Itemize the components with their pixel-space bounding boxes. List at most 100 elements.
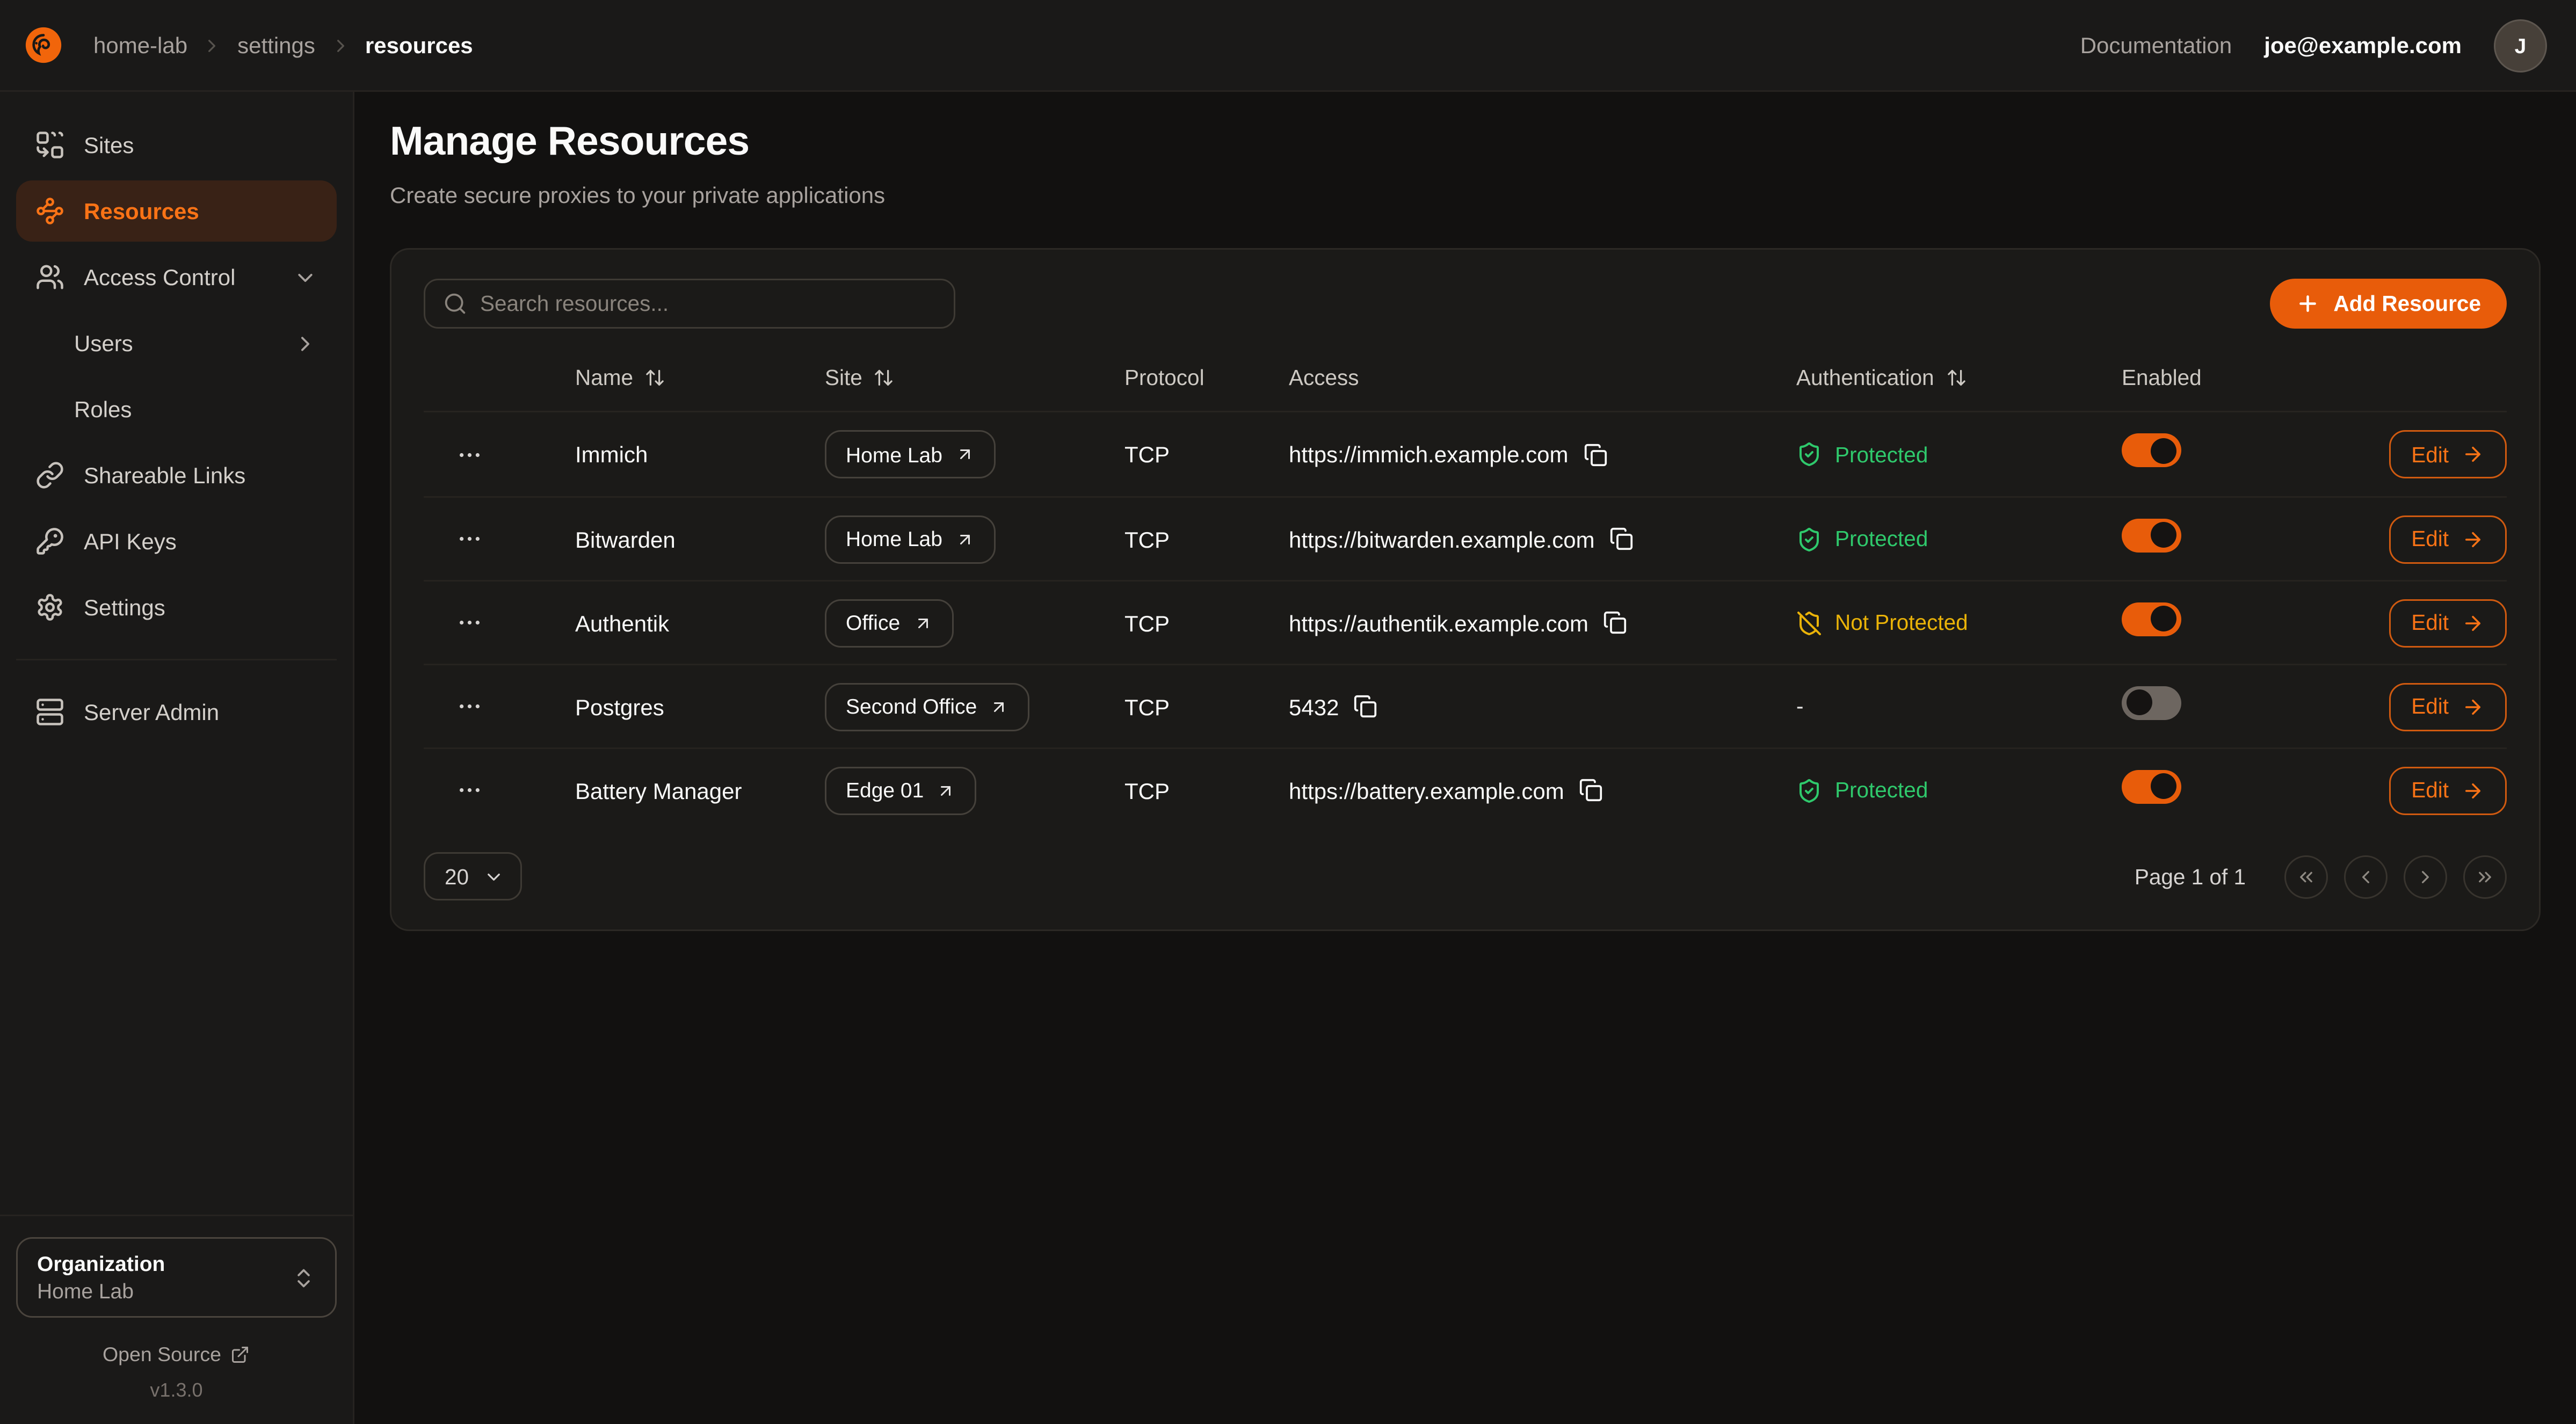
search-box <box>424 279 955 329</box>
enabled-toggle[interactable] <box>2122 602 2181 636</box>
waypoints-icon <box>35 197 64 226</box>
column-header-site[interactable]: Site <box>825 366 1124 390</box>
sidebar-item-label: Server Admin <box>84 699 219 725</box>
search-input[interactable] <box>480 292 936 316</box>
breadcrumb-settings[interactable]: settings <box>237 32 315 58</box>
resource-access-url: https://authentik.example.com <box>1289 610 1588 636</box>
open-source-link[interactable]: Open Source <box>16 1343 337 1366</box>
site-link-button[interactable]: Home Lab <box>825 515 996 563</box>
enabled-toggle[interactable] <box>2122 518 2181 552</box>
auth-status-label: Not Protected <box>1835 611 1968 635</box>
sidebar-item-api-keys[interactable]: API Keys <box>16 511 337 572</box>
resource-name: Authentik <box>575 610 825 636</box>
auth-status: Protected <box>1796 441 2122 467</box>
arrow-right-icon <box>2462 612 2484 634</box>
resource-access-url: https://immich.example.com <box>1289 441 1569 467</box>
table-row: Postgres Second Office TCP 5432 - Edit <box>424 664 2507 747</box>
next-page-button[interactable] <box>2404 855 2447 898</box>
row-menu-button[interactable] <box>446 518 491 560</box>
ellipsis-icon <box>455 609 483 636</box>
arrow-up-right-icon <box>955 445 975 464</box>
chevron-down-icon <box>483 866 504 887</box>
sidebar-item-server-admin[interactable]: Server Admin <box>16 681 337 743</box>
page-subtitle: Create secure proxies to your private ap… <box>390 179 2541 211</box>
chevron-right-icon <box>330 35 351 56</box>
sidebar-item-label: Sites <box>84 132 134 158</box>
table-row: Bitwarden Home Lab TCP https://bitwarden… <box>424 496 2507 580</box>
column-header-access: Access <box>1289 366 1796 390</box>
copy-button[interactable] <box>1603 611 1627 635</box>
organization-picker[interactable]: Organization Home Lab <box>16 1237 337 1318</box>
column-header-protocol: Protocol <box>1124 366 1289 390</box>
organization-value: Home Lab <box>37 1277 292 1305</box>
row-menu-button[interactable] <box>446 769 491 811</box>
combine-icon <box>35 130 64 159</box>
copy-button[interactable] <box>1579 778 1603 802</box>
version-label: v1.3.0 <box>16 1379 337 1401</box>
arrow-up-right-icon <box>990 697 1009 716</box>
copy-button[interactable] <box>1609 527 1634 551</box>
user-email[interactable]: joe@example.com <box>2264 32 2462 58</box>
resource-protocol: TCP <box>1124 778 1289 803</box>
arrow-right-icon <box>2462 695 2484 718</box>
site-link-button[interactable]: Office <box>825 599 953 647</box>
resource-name: Bitwarden <box>575 526 825 552</box>
row-menu-button[interactable] <box>446 686 491 728</box>
shield-check-icon <box>1796 441 1822 467</box>
sidebar-item-access-control[interactable]: Access Control <box>16 246 337 308</box>
chevrons-right-icon <box>2475 866 2495 887</box>
edit-button[interactable]: Edit <box>2389 766 2507 815</box>
row-menu-button[interactable] <box>446 602 491 644</box>
breadcrumb-current: resources <box>365 32 473 58</box>
page-size-select[interactable]: 20 <box>424 852 522 900</box>
first-page-button[interactable] <box>2284 855 2328 898</box>
copy-icon <box>1579 778 1603 802</box>
site-link-button[interactable]: Edge 01 <box>825 766 977 815</box>
copy-button[interactable] <box>1353 694 1377 718</box>
previous-page-button[interactable] <box>2344 855 2388 898</box>
breadcrumb-org[interactable]: home-lab <box>93 32 187 58</box>
copy-icon <box>1583 442 1607 467</box>
edit-button[interactable]: Edit <box>2389 682 2507 731</box>
sidebar-item-resources[interactable]: Resources <box>16 180 337 242</box>
chevron-left-icon <box>2355 866 2376 887</box>
table-header: Name Site Protocol Access Authentication… <box>424 345 2507 412</box>
sidebar-item-label: Users <box>74 330 133 356</box>
sidebar-item-sites[interactable]: Sites <box>16 114 337 176</box>
avatar[interactable]: J <box>2494 19 2547 72</box>
row-menu-button[interactable] <box>446 433 491 475</box>
resource-access-url: https://battery.example.com <box>1289 778 1564 803</box>
site-link-button[interactable]: Second Office <box>825 682 1030 731</box>
enabled-toggle[interactable] <box>2122 686 2181 720</box>
users-icon <box>35 263 64 292</box>
resource-name: Postgres <box>575 694 825 720</box>
auth-status: Protected <box>1796 778 2122 803</box>
sidebar-item-roles[interactable]: Roles <box>16 379 337 440</box>
resource-access-url: https://bitwarden.example.com <box>1289 526 1595 552</box>
sort-arrows-icon <box>1946 367 1967 388</box>
ellipsis-icon <box>455 441 483 468</box>
sidebar-item-users[interactable]: Users <box>16 313 337 374</box>
enabled-toggle[interactable] <box>2122 433 2181 467</box>
edit-button[interactable]: Edit <box>2389 515 2507 563</box>
page-indicator: Page 1 of 1 <box>2135 864 2246 889</box>
enabled-toggle[interactable] <box>2122 769 2181 803</box>
edit-button[interactable]: Edit <box>2389 599 2507 647</box>
breadcrumb: home-lab settings resources <box>93 32 473 58</box>
main-content: Manage Resources Create secure proxies t… <box>354 92 2576 1424</box>
last-page-button[interactable] <box>2463 855 2507 898</box>
shield-check-icon <box>1796 778 1822 803</box>
arrow-right-icon <box>2462 443 2484 466</box>
pangolin-logo-icon[interactable] <box>23 24 64 66</box>
sidebar-item-shareable-links[interactable]: Shareable Links <box>16 445 337 506</box>
site-link-button[interactable]: Home Lab <box>825 430 996 478</box>
column-header-authentication[interactable]: Authentication <box>1796 366 2122 390</box>
app-root: home-lab settings resources Documentatio… <box>0 0 2576 1424</box>
copy-button[interactable] <box>1583 442 1607 467</box>
chevron-right-icon <box>293 331 317 355</box>
edit-button[interactable]: Edit <box>2389 430 2507 478</box>
column-header-name[interactable]: Name <box>575 366 825 390</box>
documentation-link[interactable]: Documentation <box>2080 32 2232 58</box>
sidebar-item-settings[interactable]: Settings <box>16 577 337 638</box>
add-resource-button[interactable]: Add Resource <box>2270 279 2507 329</box>
